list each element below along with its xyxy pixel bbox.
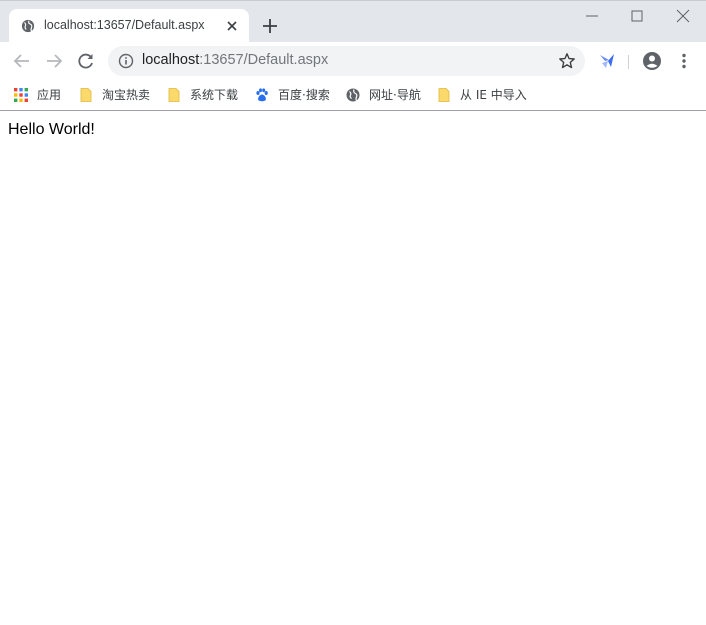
close-tab-icon[interactable] (225, 19, 239, 33)
tab-title: localhost:13657/Default.aspx (44, 18, 205, 32)
info-icon[interactable] (118, 53, 134, 69)
bookmark-apps[interactable]: 应用 (14, 80, 61, 110)
new-tab-icon[interactable] (262, 18, 278, 34)
close-window-icon[interactable] (676, 9, 690, 23)
tab-strip: localhost:13657/Default.aspx (0, 0, 706, 43)
back-arrow-icon[interactable] (12, 51, 32, 71)
bookmark-url-nav[interactable]: 网址·导航 (346, 80, 421, 110)
maximize-icon[interactable] (630, 9, 644, 23)
bookmark-label: 百度·搜索 (278, 88, 330, 102)
toolbar: localhost:13657/Default.aspx (0, 42, 706, 80)
menu-kebab-icon[interactable] (674, 51, 694, 71)
tab-active[interactable]: localhost:13657/Default.aspx (9, 9, 249, 43)
bookmark-baidu-search[interactable]: 百度·搜索 (255, 80, 330, 110)
extension-icon[interactable] (597, 51, 617, 71)
bookmark-label: 应用 (37, 88, 62, 102)
address-bar[interactable]: localhost:13657/Default.aspx (108, 46, 585, 76)
folder-icon (438, 88, 450, 102)
bookmark-taobao[interactable]: 淘宝热卖 (79, 80, 150, 110)
bookmark-label: 淘宝热卖 (102, 88, 151, 102)
profile-avatar-icon[interactable] (642, 51, 662, 71)
bookmark-system-download[interactable]: 系统下载 (167, 80, 238, 110)
url-text[interactable]: localhost:13657/Default.aspx (142, 52, 328, 68)
minimize-icon[interactable] (585, 9, 599, 23)
toolbar-separator (628, 55, 629, 69)
reload-icon[interactable] (76, 51, 96, 71)
bookmark-label: 系统下载 (190, 88, 239, 102)
globe-icon (21, 19, 35, 33)
page-text: Hello World! (8, 121, 95, 138)
browser-window: localhost:13657/Default.aspx localhost:1… (0, 0, 706, 625)
bookmark-label: 从 IE 中导入 (460, 88, 527, 102)
apps-grid-icon (14, 88, 28, 102)
forward-arrow-icon[interactable] (44, 51, 64, 71)
folder-icon (168, 88, 180, 102)
globe-icon (346, 88, 360, 102)
bookmark-import-from-ie[interactable]: 从 IE 中导入 (437, 80, 527, 110)
bookmarks-bar: 应用 淘宝热卖 系统下载 百度·搜索 网址·导航 从 IE 中导入 (0, 80, 706, 111)
bookmark-star-icon[interactable] (558, 52, 576, 70)
page-content: Hello World! (0, 111, 706, 625)
bookmark-label: 网址·导航 (369, 88, 421, 102)
baidu-paw-icon (256, 88, 268, 102)
url-host: localhost (142, 52, 200, 68)
folder-icon (80, 88, 92, 102)
url-path: :13657/Default.aspx (199, 52, 329, 68)
